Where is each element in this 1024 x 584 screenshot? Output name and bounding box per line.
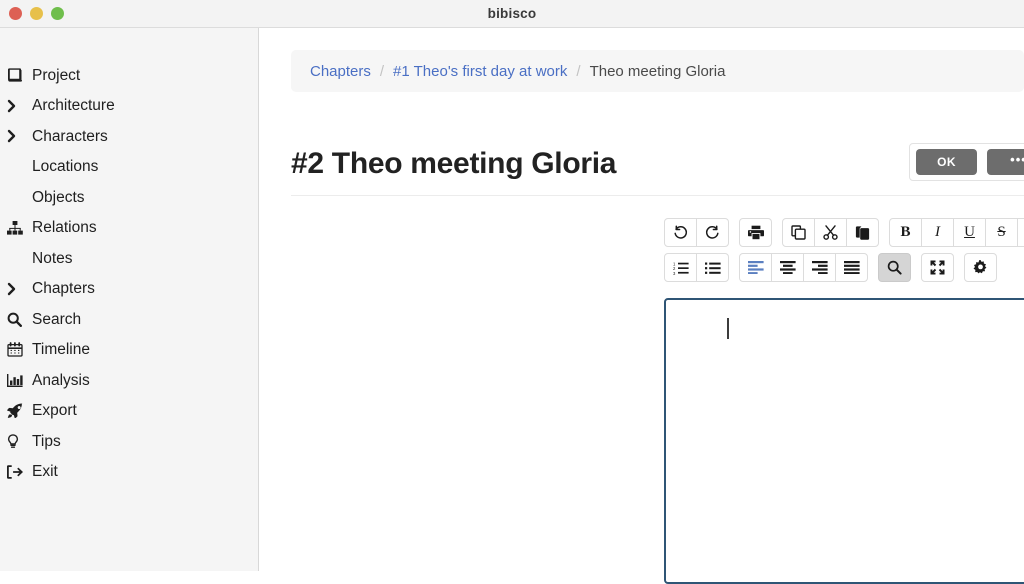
sidebar-item-relations[interactable]: Relations <box>0 213 258 244</box>
window-title: bibisco <box>0 6 1024 21</box>
sidebar: Project Architecture Characters Location… <box>0 28 259 571</box>
sidebar-item-chapters[interactable]: Chapters <box>0 274 258 305</box>
sidebar-item-label: Objects <box>32 190 85 206</box>
sidebar-item-label: Architecture <box>32 98 115 114</box>
align-justify-icon[interactable] <box>835 253 868 282</box>
sidebar-item-label: Export <box>32 403 77 419</box>
sidebar-item-characters[interactable]: Characters <box>0 121 258 152</box>
print-icon[interactable] <box>739 218 772 247</box>
scene-actions-panel: OK ••• <box>909 143 1024 181</box>
toolbar-group-settings <box>964 253 997 282</box>
unordered-list-icon[interactable] <box>696 253 729 282</box>
align-left-icon[interactable] <box>739 253 772 282</box>
sidebar-item-label: Search <box>32 312 81 328</box>
sidebar-item-label: Project <box>32 68 80 84</box>
title-divider <box>291 195 1024 196</box>
sidebar-item-objects[interactable]: Objects <box>0 182 258 213</box>
sidebar-item-label: Tips <box>32 434 61 450</box>
breadcrumb-separator: / <box>380 63 384 80</box>
cut-icon[interactable] <box>814 218 847 247</box>
ordered-list-icon[interactable]: 123 <box>664 253 697 282</box>
sidebar-item-label: Exit <box>32 464 58 480</box>
window-titlebar: bibisco <box>0 0 1024 28</box>
paste-icon[interactable] <box>846 218 879 247</box>
chevron-right-icon <box>7 282 32 296</box>
sign-out-icon <box>7 465 32 479</box>
settings-gear-icon[interactable] <box>964 253 997 282</box>
svg-text:3: 3 <box>673 270 676 274</box>
breadcrumb-item-chapter[interactable]: #1 Theo's first day at work <box>393 63 567 80</box>
fullscreen-icon[interactable] <box>921 253 954 282</box>
strikethrough-glyph: S <box>997 225 1005 240</box>
bar-chart-icon <box>7 373 32 388</box>
sidebar-item-label: Timeline <box>32 342 90 358</box>
lightbulb-icon <box>7 434 32 449</box>
text-caret <box>727 318 729 339</box>
toolbar-group-format: B I U S <box>889 218 1024 247</box>
italic-icon[interactable]: I <box>921 218 954 247</box>
calendar-icon <box>7 342 32 357</box>
toolbar-group-fullscreen <box>921 253 954 282</box>
sidebar-item-label: Relations <box>32 220 97 236</box>
sidebar-item-analysis[interactable]: Analysis <box>0 365 258 396</box>
underline-glyph: U <box>964 225 975 240</box>
strikethrough-icon[interactable]: S <box>985 218 1018 247</box>
toolbar-group-align <box>739 253 868 282</box>
sidebar-item-label: Chapters <box>32 281 95 297</box>
sidebar-item-label: Locations <box>32 159 98 175</box>
sidebar-item-timeline[interactable]: Timeline <box>0 335 258 366</box>
sidebar-item-export[interactable]: Export <box>0 396 258 427</box>
redo-icon[interactable] <box>696 218 729 247</box>
breadcrumb-separator: / <box>576 63 580 80</box>
copy-icon[interactable] <box>782 218 815 247</box>
search-icon <box>7 312 32 327</box>
sidebar-item-notes[interactable]: Notes <box>0 243 258 274</box>
editor-toolbar: B I U S « » <box>664 218 1024 282</box>
scene-text-editor[interactable] <box>664 298 1024 584</box>
toolbar-group-lists: 123 <box>664 253 729 282</box>
ok-button[interactable]: OK <box>916 149 977 175</box>
sidebar-item-label: Notes <box>32 251 73 267</box>
italic-glyph: I <box>935 225 940 240</box>
search-icon[interactable] <box>878 253 911 282</box>
highlight-pen-icon[interactable] <box>1017 218 1024 247</box>
sidebar-item-exit[interactable]: Exit <box>0 457 258 488</box>
sidebar-item-search[interactable]: Search <box>0 304 258 335</box>
sidebar-item-architecture[interactable]: Architecture <box>0 91 258 122</box>
toolbar-group-clipboard <box>782 218 879 247</box>
main-content: Chapters / #1 Theo's first day at work /… <box>259 28 1024 571</box>
toolbar-row-2: 123 <box>664 253 1024 282</box>
sidebar-item-label: Characters <box>32 129 108 145</box>
chevron-right-icon <box>7 99 32 113</box>
undo-icon[interactable] <box>664 218 697 247</box>
toolbar-group-history <box>664 218 729 247</box>
breadcrumb-item-current: Theo meeting Gloria <box>590 63 726 80</box>
toolbar-group-print <box>739 218 772 247</box>
title-row: #2 Theo meeting Gloria OK ••• <box>291 136 1024 192</box>
sidebar-item-locations[interactable]: Locations <box>0 152 258 183</box>
book-icon <box>7 68 32 83</box>
rocket-icon <box>7 403 32 418</box>
align-right-icon[interactable] <box>803 253 836 282</box>
breadcrumb-item-chapters[interactable]: Chapters <box>310 63 371 80</box>
breadcrumb: Chapters / #1 Theo's first day at work /… <box>291 50 1024 92</box>
sitemap-icon <box>7 221 32 235</box>
toolbar-group-find <box>878 253 911 282</box>
chevron-right-icon <box>7 129 32 143</box>
more-options-button[interactable]: ••• <box>987 149 1024 175</box>
bold-glyph: B <box>900 225 910 240</box>
sidebar-item-project[interactable]: Project <box>0 60 258 91</box>
sidebar-item-tips[interactable]: Tips <box>0 426 258 457</box>
underline-icon[interactable]: U <box>953 218 986 247</box>
align-center-icon[interactable] <box>771 253 804 282</box>
bold-icon[interactable]: B <box>889 218 922 247</box>
sidebar-item-label: Analysis <box>32 373 90 389</box>
toolbar-row-1: B I U S « » <box>664 218 1024 247</box>
